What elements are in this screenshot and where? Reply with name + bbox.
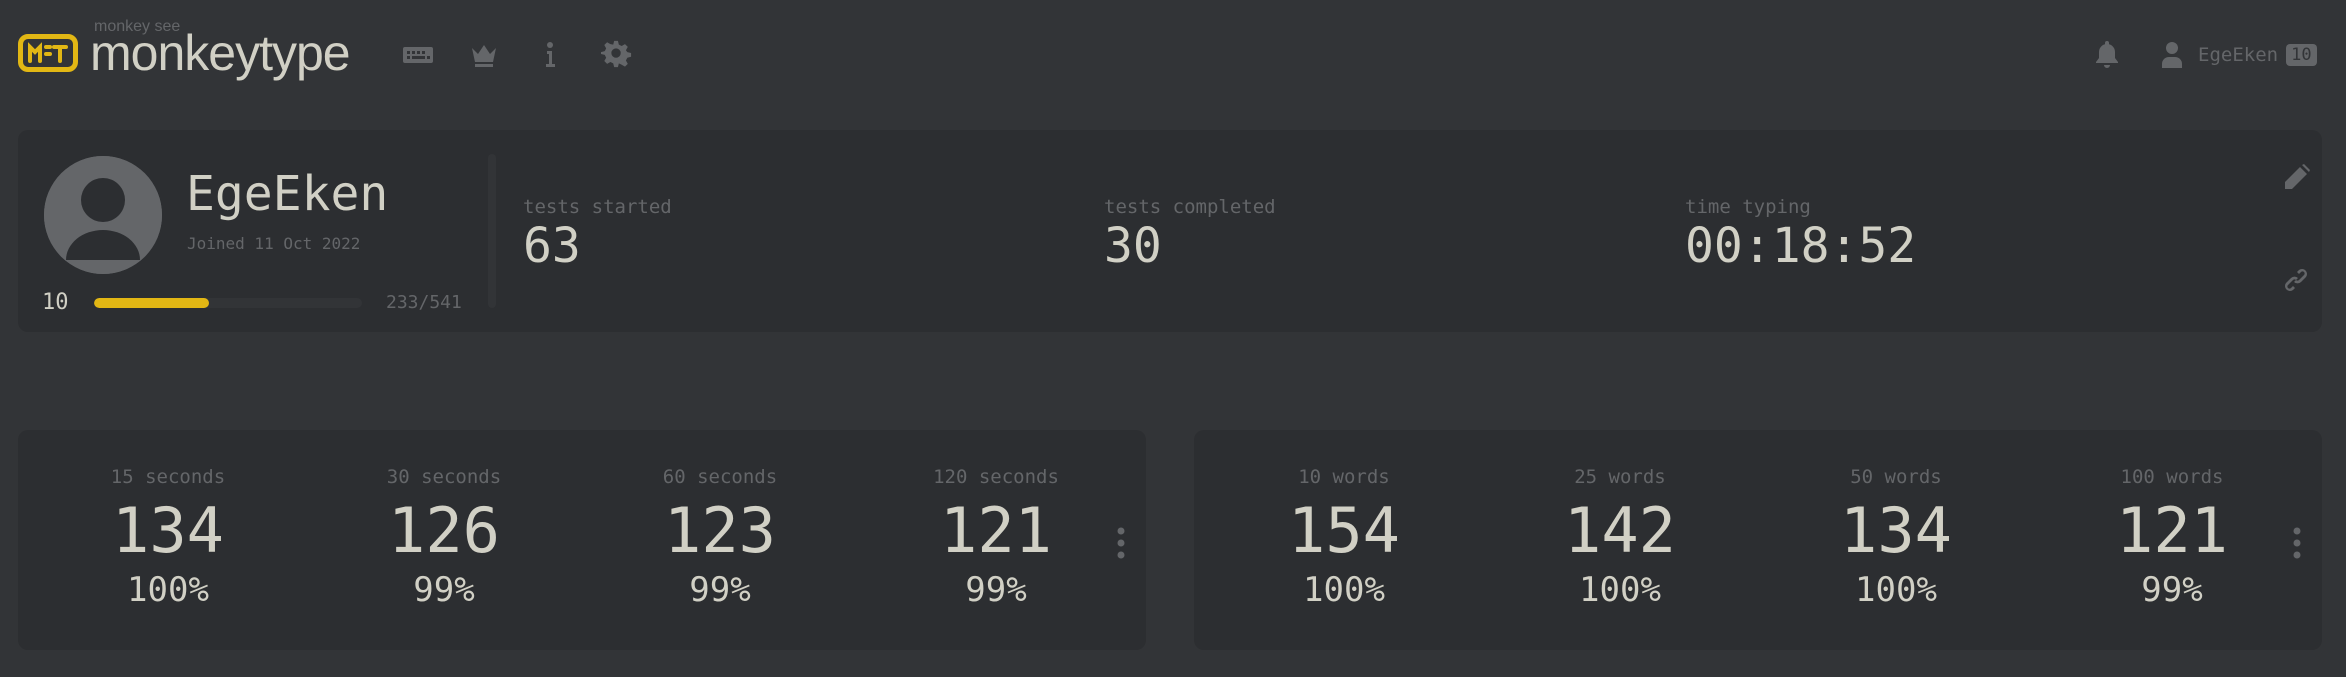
top-nav: monkey see monkeytype EgeEken 10 — [0, 0, 2346, 110]
xp-progress-bar — [94, 298, 362, 308]
pb-label: 15 seconds — [110, 466, 226, 488]
more-options-icon[interactable] — [2290, 526, 2304, 560]
pb-accuracy: 99% — [2141, 570, 2203, 610]
pb-label: 10 words — [1298, 466, 1390, 488]
pb-label: 50 words — [1850, 466, 1942, 488]
logo-glyph — [28, 42, 68, 63]
default-avatar-icon — [44, 156, 162, 274]
pb-accuracy: 100% — [127, 570, 209, 610]
info-icon[interactable] — [534, 38, 566, 70]
profile-divider — [488, 154, 496, 308]
pb-label: 30 seconds — [386, 466, 502, 488]
stat-time-typing: time typing 00:18:52 — [1685, 196, 1916, 272]
pb-label: 60 seconds — [662, 466, 778, 488]
pb-wpm: 134 — [1840, 494, 1952, 567]
profile-username: EgeEken — [186, 166, 389, 222]
keyboard-icon[interactable] — [402, 38, 434, 70]
more-options-icon[interactable] — [1114, 526, 1128, 560]
account-username: EgeEken — [2198, 44, 2279, 66]
pb-time-30: 30 seconds 126 99% — [324, 466, 564, 610]
pb-accuracy: 100% — [1579, 570, 1661, 610]
xp-progress-fill — [94, 298, 210, 308]
avatar — [44, 156, 162, 274]
edit-pencil-icon[interactable] — [2282, 164, 2310, 192]
pb-wpm: 123 — [664, 494, 776, 567]
pb-wpm: 134 — [112, 494, 224, 567]
pb-words-10: 10 words 154 100% — [1224, 466, 1464, 610]
joined-date: Joined 11 Oct 2022 — [187, 234, 361, 253]
stat-value: 00:18:52 — [1685, 218, 1917, 274]
pb-accuracy: 100% — [1855, 570, 1937, 610]
pb-time-card: 15 seconds 134 100% 30 seconds 126 99% 6… — [18, 430, 1146, 650]
pb-label: 25 words — [1574, 466, 1666, 488]
pb-words-50: 50 words 134 100% — [1776, 466, 2016, 610]
account-level-badge: 10 — [2286, 44, 2317, 66]
pb-accuracy: 99% — [689, 570, 751, 610]
pb-wpm: 154 — [1288, 494, 1400, 567]
xp-progress-text: 233/541 — [386, 292, 462, 313]
pb-accuracy: 99% — [413, 570, 475, 610]
pb-words-100: 100 words 121 99% — [2052, 466, 2292, 610]
pb-time-120: 120 seconds 121 99% — [876, 466, 1116, 610]
stat-tests-started: tests started 63 — [523, 196, 672, 272]
pb-words-card: 10 words 154 100% 25 words 142 100% 50 w… — [1194, 430, 2322, 650]
pb-words-25: 25 words 142 100% — [1500, 466, 1740, 610]
pb-wpm: 126 — [388, 494, 500, 567]
pb-wpm: 142 — [1564, 494, 1676, 567]
logo-title[interactable]: monkeytype — [90, 20, 351, 86]
pb-wpm: 121 — [2116, 494, 2228, 567]
stat-value: 63 — [523, 218, 581, 274]
logo-keyboard-icon[interactable] — [18, 34, 78, 72]
stat-tests-completed: tests completed 30 — [1104, 196, 1276, 272]
pb-label: 120 seconds — [933, 466, 1059, 488]
stat-label: time typing — [1685, 196, 1811, 218]
gear-icon[interactable] — [600, 38, 632, 70]
notifications-bell-icon[interactable] — [2094, 40, 2120, 68]
pb-accuracy: 100% — [1303, 570, 1385, 610]
stat-label: tests completed — [1104, 196, 1276, 218]
pb-label: 100 words — [2120, 466, 2224, 488]
pb-wpm: 121 — [940, 494, 1052, 567]
profile-card: EgeEken Joined 11 Oct 2022 10 233/541 te… — [18, 130, 2322, 332]
level-number: 10 — [42, 290, 69, 315]
user-icon — [2162, 42, 2182, 68]
stat-value: 30 — [1104, 218, 1162, 274]
link-icon[interactable] — [2282, 266, 2310, 294]
pb-accuracy: 99% — [965, 570, 1027, 610]
account-button[interactable]: EgeEken 10 — [2160, 40, 2317, 70]
crown-icon[interactable] — [468, 38, 500, 70]
pb-time-60: 60 seconds 123 99% — [600, 466, 840, 610]
pb-time-15: 15 seconds 134 100% — [48, 466, 288, 610]
stat-label: tests started — [523, 196, 672, 218]
